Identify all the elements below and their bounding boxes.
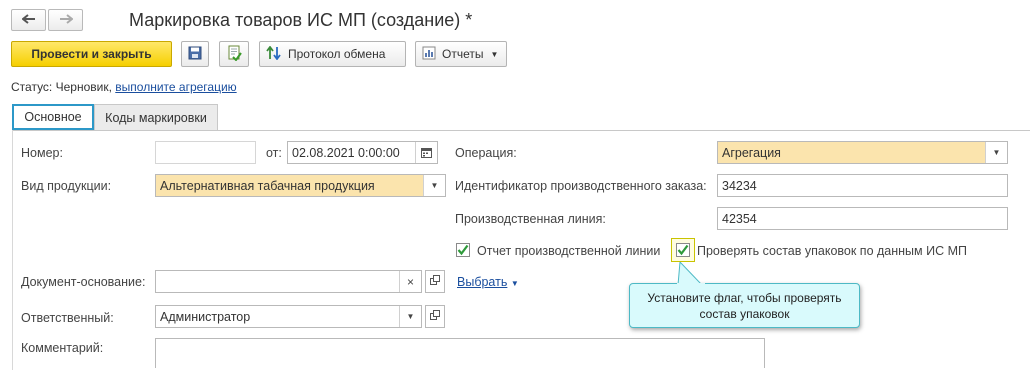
page-title: Маркировка товаров ИС МП (создание) *: [129, 10, 473, 30]
save-icon: [188, 46, 202, 63]
number-field[interactable]: [155, 141, 256, 164]
line-report-checkbox[interactable]: [456, 243, 470, 257]
calendar-icon[interactable]: [415, 142, 437, 163]
open-form-icon: [430, 275, 440, 288]
arrow-right-icon: [59, 13, 74, 27]
select-link[interactable]: Выбрать ▼: [457, 275, 519, 289]
operation-label: Операция:: [455, 146, 517, 160]
production-line-value: 42354: [722, 211, 757, 226]
status-line: Статус: Черновик, выполните агрегацию: [11, 80, 237, 94]
reports-label: Отчеты: [442, 47, 484, 61]
arrow-left-icon: [20, 13, 36, 27]
status-prefix: Статус:: [11, 80, 53, 94]
checkmark-icon: [457, 244, 469, 256]
production-order-value: 34234: [722, 178, 757, 193]
date-value: 02.08.2021 0:00:00: [292, 145, 400, 160]
report-icon: [422, 46, 436, 63]
operation-select[interactable]: Агрегация ▼: [717, 141, 1008, 164]
hint-tooltip: Установите флаг, чтобы проверять состав …: [629, 283, 860, 328]
forward-button[interactable]: [48, 9, 83, 31]
product-type-label: Вид продукции:: [21, 179, 112, 193]
operation-value: Агрегация: [722, 145, 781, 160]
open-form-icon: [430, 310, 440, 323]
chevron-down-icon[interactable]: ▼: [423, 175, 445, 196]
tab-main[interactable]: Основное: [12, 104, 94, 130]
chevron-down-icon: ▼: [490, 49, 499, 59]
base-document-field[interactable]: ×: [155, 270, 422, 293]
base-document-label: Документ-основание:: [21, 275, 146, 289]
post-document-button[interactable]: [219, 41, 249, 67]
status-value: Черновик,: [55, 80, 112, 94]
check-packages-label: Проверять состав упаковок по данным ИС М…: [697, 244, 967, 258]
back-button[interactable]: [11, 9, 46, 31]
product-type-value: Альтернативная табачная продукция: [160, 178, 375, 193]
tab-marking-codes[interactable]: Коды маркировки: [94, 104, 218, 130]
post-and-close-button[interactable]: Провести и закрыть: [11, 41, 172, 67]
exchange-protocol-button[interactable]: Протокол обмена: [259, 41, 406, 67]
chevron-down-icon[interactable]: ▼: [985, 142, 1007, 163]
production-order-field[interactable]: 34234: [717, 174, 1008, 197]
responsible-value: Администратор: [160, 309, 251, 324]
tab-divider: [12, 130, 1030, 131]
responsible-select[interactable]: Администратор ▼: [155, 305, 422, 328]
save-button[interactable]: [181, 41, 209, 67]
exchange-arrows-icon: [266, 45, 282, 63]
production-order-label: Идентификатор производственного заказа:: [455, 179, 707, 193]
chevron-down-icon[interactable]: ▼: [399, 306, 421, 327]
number-label: Номер:: [21, 146, 63, 160]
select-link-label: Выбрать: [457, 275, 508, 289]
perform-aggregation-link[interactable]: выполните агрегацию: [115, 80, 236, 94]
comment-label: Комментарий:: [21, 341, 104, 355]
checkmark-icon: [677, 244, 689, 256]
from-label: от:: [266, 146, 282, 160]
open-responsible-button[interactable]: [425, 305, 445, 328]
responsible-label: Ответственный:: [21, 311, 114, 325]
production-line-field[interactable]: 42354: [717, 207, 1008, 230]
reports-button[interactable]: Отчеты ▼: [415, 41, 507, 67]
form-left-border: [12, 130, 13, 370]
exchange-protocol-label: Протокол обмена: [288, 47, 386, 61]
line-report-label: Отчет производственной линии: [477, 244, 661, 258]
check-packages-checkbox[interactable]: [676, 243, 690, 257]
product-type-select[interactable]: Альтернативная табачная продукция ▼: [155, 174, 446, 197]
date-field[interactable]: 02.08.2021 0:00:00: [287, 141, 438, 164]
production-line-label: Производственная линия:: [455, 212, 606, 226]
clear-icon[interactable]: ×: [399, 271, 421, 292]
open-base-document-button[interactable]: [425, 270, 445, 293]
tooltip-pointer: [677, 262, 705, 285]
chevron-down-icon: ▼: [510, 279, 519, 288]
comment-field[interactable]: [155, 338, 765, 368]
post-document-icon: [226, 45, 242, 64]
